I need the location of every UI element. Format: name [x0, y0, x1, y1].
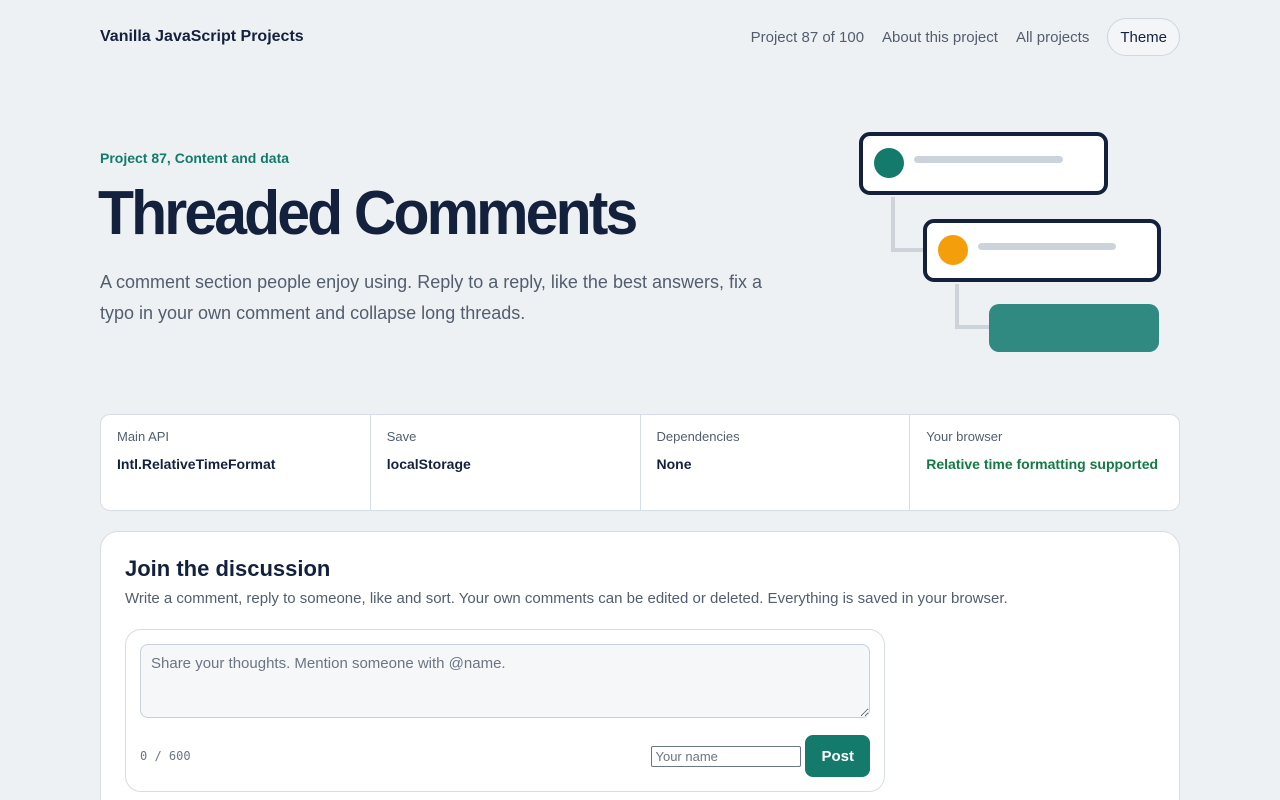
project-info-strip: Main API Intl.RelativeTimeFormat Save lo… [100, 414, 1180, 511]
text-line-placeholder [914, 156, 1063, 163]
info-value: localStorage [386, 456, 471, 472]
about-link[interactable]: About this project [882, 29, 998, 46]
info-dependencies: Dependencies None [641, 415, 911, 510]
composer-footer: 0 / 600 Post [140, 735, 870, 777]
avatar-teal-icon [874, 148, 904, 178]
comment-composer: 0 / 600 Post [125, 629, 885, 792]
discussion-card: Join the discussion Write a comment, rep… [100, 531, 1180, 800]
browser-support-status: Relative time formatting supported [926, 456, 1159, 472]
project-progress: Project 87 of 100 [750, 28, 865, 46]
info-browser-support: Your browser Relative time formatting su… [910, 415, 1179, 510]
comment-textarea[interactable] [140, 644, 870, 718]
info-main-api: Main API Intl.RelativeTimeFormat [101, 415, 371, 510]
post-button[interactable]: Post [805, 735, 870, 777]
page-title: Threaded Comments [98, 179, 638, 248]
thread-illustration [859, 132, 1161, 352]
page-description: A comment section people enjoy using. Re… [100, 272, 763, 323]
info-value: None [656, 456, 692, 472]
info-save: Save localStorage [371, 415, 641, 510]
brand-title[interactable]: Vanilla JavaScript Projects [100, 28, 304, 46]
thread-connector-line [955, 284, 989, 329]
text-line-placeholder [978, 243, 1116, 250]
discussion-title: Join the discussion [125, 556, 331, 581]
name-input[interactable] [651, 745, 802, 767]
all-projects-link[interactable]: All projects [1016, 29, 1089, 46]
discussion-subtitle: Write a comment, reply to someone, like … [125, 590, 1008, 607]
top-bar: Vanilla JavaScript Projects Project 87 o… [100, 18, 1180, 56]
reply-block-shape [989, 304, 1159, 352]
character-counter: 0 / 600 [140, 749, 191, 763]
composer-actions: Post [651, 735, 870, 777]
info-label: Save [386, 429, 417, 444]
info-value: Intl.RelativeTimeFormat [117, 456, 276, 472]
info-label: Your browser [926, 429, 1003, 444]
info-label: Dependencies [656, 429, 740, 444]
avatar-orange-icon [938, 235, 968, 265]
project-kicker: Project 87, Content and data [100, 150, 290, 166]
info-label: Main API [117, 429, 170, 444]
thread-connector-line [891, 197, 923, 252]
theme-button[interactable]: Theme [1107, 18, 1180, 56]
top-nav: Project 87 of 100 About this project All… [751, 18, 1180, 56]
